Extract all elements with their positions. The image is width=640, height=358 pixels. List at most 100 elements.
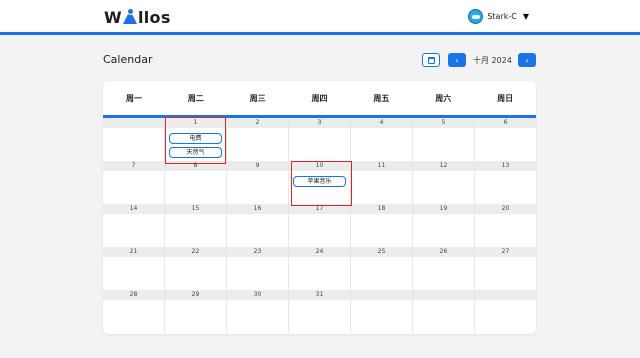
day-number: [413, 290, 474, 300]
weekday-label: 周三: [249, 93, 266, 103]
calendar-day-cell[interactable]: 24: [289, 247, 351, 290]
calendar-day-cell[interactable]: 19: [413, 204, 475, 247]
day-number: 25: [351, 247, 412, 257]
calendar-day-cell[interactable]: 21: [103, 247, 165, 290]
day-number: [351, 290, 412, 300]
calendar-day-cell[interactable]: 1 电费天然气: [165, 118, 227, 161]
calendar-day-cell[interactable]: 30: [227, 290, 289, 333]
calendar-day-cell[interactable]: 5: [413, 118, 475, 161]
day-number: 14: [103, 204, 164, 214]
calendar-day-cell[interactable]: 2: [227, 118, 289, 161]
calendar-day-cell[interactable]: 10 苹果音乐: [289, 161, 351, 204]
day-number: 20: [475, 204, 536, 214]
day-number: 9: [227, 161, 288, 171]
calendar-day-cell[interactable]: 31: [289, 290, 351, 333]
day-number: 3: [289, 118, 350, 128]
calendar-day-cell[interactable]: 14: [103, 204, 165, 247]
day-number: 5: [413, 118, 474, 128]
calendar-week-row: 1 电费天然气 2 3 4 5 6: [103, 118, 536, 161]
day-number: 1: [165, 118, 226, 128]
user-menu[interactable]: Stark-C ▼: [468, 7, 529, 25]
calendar-event[interactable]: 电费: [169, 133, 222, 144]
chevron-down-icon[interactable]: ▼: [523, 12, 529, 21]
weekday-label: 周日: [497, 93, 514, 103]
weekday-label: 周六: [435, 93, 452, 103]
current-month-label: 十月 2024: [473, 56, 512, 65]
day-number: 24: [289, 247, 350, 257]
next-month-button[interactable]: ›: [518, 53, 536, 67]
calendar-week-row: 28 29 30 31: [103, 290, 536, 333]
calendar-day-cell[interactable]: 15: [165, 204, 227, 247]
day-number: 26: [413, 247, 474, 257]
calendar-day-cell[interactable]: 7: [103, 161, 165, 204]
day-number: 27: [475, 247, 536, 257]
calendar-day-cell[interactable]: [103, 118, 165, 161]
calendar-day-cell[interactable]: 11: [351, 161, 413, 204]
header-accent-line: [0, 32, 640, 35]
day-number: [475, 290, 536, 300]
calendar-day-cell[interactable]: 20: [475, 204, 536, 247]
calendar-icon: [427, 56, 435, 64]
calendar-week-row: 21 22 23 24 25 26 27: [103, 247, 536, 290]
day-number: 16: [227, 204, 288, 214]
weekday-label: 周一: [125, 93, 142, 103]
calendar-day-cell[interactable]: 12: [413, 161, 475, 204]
calendar-week-row: 7 8 9 10 苹果音乐 11 12 13: [103, 161, 536, 204]
weekday-label: 周五: [373, 93, 390, 103]
top-header: W llos Stark-C ▼: [0, 0, 640, 32]
calendar-day-cell[interactable]: 17: [289, 204, 351, 247]
calendar-day-cell[interactable]: 22: [165, 247, 227, 290]
calendar-day-cell[interactable]: 3: [289, 118, 351, 161]
calendar-day-cell[interactable]: 26: [413, 247, 475, 290]
calendar-day-cell[interactable]: 28: [103, 290, 165, 333]
day-number: 18: [351, 204, 412, 214]
day-number: 13: [475, 161, 536, 171]
avatar[interactable]: [468, 8, 484, 24]
logo-letter-w: W: [104, 7, 122, 27]
username[interactable]: Stark-C: [487, 12, 517, 21]
calendar-day-cell[interactable]: 13: [475, 161, 536, 204]
calendar-day-cell[interactable]: 29: [165, 290, 227, 333]
day-number: 30: [227, 290, 288, 300]
calendar-day-cell[interactable]: 25: [351, 247, 413, 290]
day-number: 6: [475, 118, 536, 128]
calendar-event[interactable]: 天然气: [169, 147, 222, 158]
chevron-left-icon: ‹: [455, 55, 459, 65]
day-number: 4: [351, 118, 412, 128]
calendar-day-cell[interactable]: 18: [351, 204, 413, 247]
calendar-week-row: 14 15 16 17 18 19 20: [103, 204, 536, 247]
day-number: 11: [351, 161, 412, 171]
day-number: 19: [413, 204, 474, 214]
calendar-day-cell[interactable]: 27: [475, 247, 536, 290]
day-number: 28: [103, 290, 164, 300]
calendar-day-cell[interactable]: [351, 290, 413, 333]
day-number: 23: [227, 247, 288, 257]
day-number: 12: [413, 161, 474, 171]
previous-month-button[interactable]: ‹: [448, 53, 466, 67]
day-number: 10: [289, 161, 350, 171]
calendar-grid: 1 电费 天然气 2 3 4 5 6 7 8 9 10 苹果音乐 11 12 13 14 15 16 17 18 19 20…: [103, 118, 536, 333]
calendar-day-cell[interactable]: 8: [165, 161, 227, 204]
calendar-day-cell[interactable]: [475, 290, 536, 333]
day-number: 17: [289, 204, 350, 214]
calendar-event[interactable]: 苹果音乐: [293, 176, 346, 187]
logo-mark-icon: [122, 8, 137, 26]
weekday-header: 周一 周二 周三 周四 周五 周六 周日: [103, 81, 536, 115]
chevron-right-icon: ›: [525, 55, 529, 65]
calendar-card: 周一 周二 周三 周四 周五 周六 周日 1 电费 天然气 2 3 4 5 6 7 8 9 10 苹果音乐 11 12 1…: [103, 81, 536, 334]
day-number: 8: [165, 161, 226, 171]
logo-text: llos: [137, 7, 171, 27]
calendar-day-cell[interactable]: 9: [227, 161, 289, 204]
calendar-day-cell[interactable]: 16: [227, 204, 289, 247]
calendar-day-cell[interactable]: 6: [475, 118, 536, 161]
calendar-day-cell[interactable]: 4: [351, 118, 413, 161]
weekday-label: 周二: [187, 93, 204, 103]
day-number: 21: [103, 247, 164, 257]
calendar-day-cell[interactable]: [413, 290, 475, 333]
day-number: 29: [165, 290, 226, 300]
today-button[interactable]: [422, 53, 440, 67]
day-number: 15: [165, 204, 226, 214]
weekday-label: 周四: [311, 93, 328, 103]
app-logo[interactable]: W llos: [104, 6, 171, 28]
calendar-day-cell[interactable]: 23: [227, 247, 289, 290]
